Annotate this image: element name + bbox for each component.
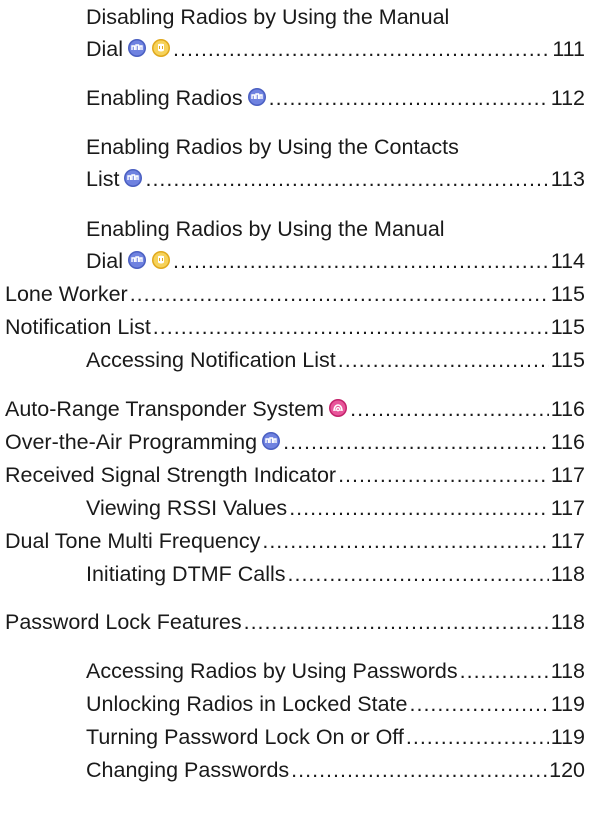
toc-entry-unlocking-radios-locked-state[interactable]: Unlocking Radios in Locked State 119 <box>86 688 585 720</box>
toc-entry-title: Enabling Radios by Using the Contacts <box>86 135 459 159</box>
dot-leader <box>244 606 549 638</box>
toc-entry-title: Turning Password Lock On or Off <box>86 725 404 749</box>
toc-entry-title: Enabling Radios by Using the Manual <box>86 217 445 241</box>
digital-icon <box>127 38 147 58</box>
toc-entry-title: Initiating DTMF Calls <box>86 562 286 586</box>
toc-entry-title-cont: List <box>86 163 143 195</box>
toc-entry-notification-list[interactable]: Notification List 115 <box>5 311 585 343</box>
digital-icon <box>123 168 143 188</box>
page-number: 112 <box>550 86 585 110</box>
dot-leader <box>406 721 549 753</box>
page-number: 117 <box>550 529 585 553</box>
toc-entry-disabling-radios-manual-dial[interactable]: Disabling Radios by Using the Manual Dia… <box>86 1 585 65</box>
toc-entry-title: Viewing RSSI Values <box>86 496 288 520</box>
toc-entry-title-cont: Dial <box>86 33 171 65</box>
toc-entry-dual-tone-multi-frequency[interactable]: Dual Tone Multi Frequency 117 <box>5 525 585 557</box>
page-number: 119 <box>550 692 585 716</box>
dot-leader <box>460 655 549 687</box>
toc-entry-title: Changing Passwords <box>86 758 290 782</box>
page-number: 114 <box>550 249 585 273</box>
page-number: 116 <box>550 397 585 421</box>
toc-entry-over-the-air-programming[interactable]: Over-the-Air Programming 116 <box>5 426 585 458</box>
toc-entry-title: Enabling Radios <box>86 82 267 114</box>
toc-entry-title: Auto-Range Transponder System <box>5 393 348 425</box>
page-number: 113 <box>550 167 585 191</box>
analog-icon <box>151 38 171 58</box>
dot-leader <box>291 754 547 786</box>
analog-icon <box>151 250 171 270</box>
toc-entry-viewing-rssi-values[interactable]: Viewing RSSI Values 117 <box>86 492 585 524</box>
ars-icon <box>328 398 348 418</box>
toc-entry-title: Dual Tone Multi Frequency <box>5 529 261 553</box>
dot-leader <box>410 688 549 720</box>
page-number: 118 <box>550 610 585 634</box>
toc-entry-title: Received Signal Strength Indicator <box>5 463 337 487</box>
page-number: 116 <box>550 430 585 454</box>
toc-entry-title: Password Lock Features <box>5 610 242 634</box>
dot-leader <box>289 492 549 524</box>
toc-entry-turning-password-lock[interactable]: Turning Password Lock On or Off 119 <box>86 721 585 753</box>
dot-leader <box>288 558 549 590</box>
toc-entry-title: Disabling Radios by Using the Manual <box>86 5 450 29</box>
page-number: 111 <box>552 37 585 61</box>
dot-leader <box>130 278 549 310</box>
toc-entry-enabling-radios-contacts-list[interactable]: Enabling Radios by Using the Contacts Li… <box>86 131 585 195</box>
toc-entry-changing-passwords[interactable]: Changing Passwords 120 <box>86 754 585 786</box>
dot-leader <box>350 393 549 425</box>
toc-entry-title: Notification List <box>5 315 151 339</box>
page-number: 119 <box>550 725 585 749</box>
toc-entry-title: Unlocking Radios in Locked State <box>86 692 408 716</box>
dot-leader <box>338 459 549 491</box>
dot-leader <box>283 426 549 458</box>
toc-entry-accessing-notification-list[interactable]: Accessing Notification List 115 <box>86 344 585 376</box>
digital-icon <box>261 431 281 451</box>
digital-icon <box>247 87 267 107</box>
dot-leader <box>173 245 549 277</box>
dot-leader <box>145 163 548 195</box>
toc-entry-password-lock-features[interactable]: Password Lock Features 118 <box>5 606 585 638</box>
toc-entry-received-signal-strength-indicator[interactable]: Received Signal Strength Indicator 117 <box>5 459 585 491</box>
toc-entry-title: Accessing Notification List <box>86 348 336 372</box>
dot-leader <box>262 525 548 557</box>
toc-entry-auto-range-transponder-system[interactable]: Auto-Range Transponder System 116 <box>5 393 585 425</box>
toc-entry-title: Lone Worker <box>5 282 128 306</box>
page-number: 115 <box>550 282 585 306</box>
page-number: 118 <box>550 659 585 683</box>
page-number: 115 <box>550 348 585 372</box>
toc-entry-accessing-radios-passwords[interactable]: Accessing Radios by Using Passwords 118 <box>86 655 585 687</box>
toc-entry-lone-worker[interactable]: Lone Worker 115 <box>5 278 585 310</box>
toc-entry-initiating-dtmf-calls[interactable]: Initiating DTMF Calls 118 <box>86 558 585 590</box>
toc-entry-title: Accessing Radios by Using Passwords <box>86 659 458 683</box>
toc-entry-enabling-radios-manual-dial[interactable]: Enabling Radios by Using the Manual Dial… <box>86 213 585 277</box>
dot-leader <box>153 311 549 343</box>
toc-entry-title-cont: Dial <box>86 245 171 277</box>
dot-leader <box>338 344 549 376</box>
toc-entry-enabling-radios[interactable]: Enabling Radios 112 <box>86 82 585 114</box>
page-number: 117 <box>550 496 585 520</box>
dot-leader <box>269 82 549 114</box>
page-number: 120 <box>549 758 585 782</box>
page-number: 115 <box>550 315 585 339</box>
toc-entry-title: Over-the-Air Programming <box>5 426 281 458</box>
digital-icon <box>127 250 147 270</box>
dot-leader <box>173 33 550 65</box>
page-number: 118 <box>550 562 585 586</box>
page-number: 117 <box>550 463 585 487</box>
